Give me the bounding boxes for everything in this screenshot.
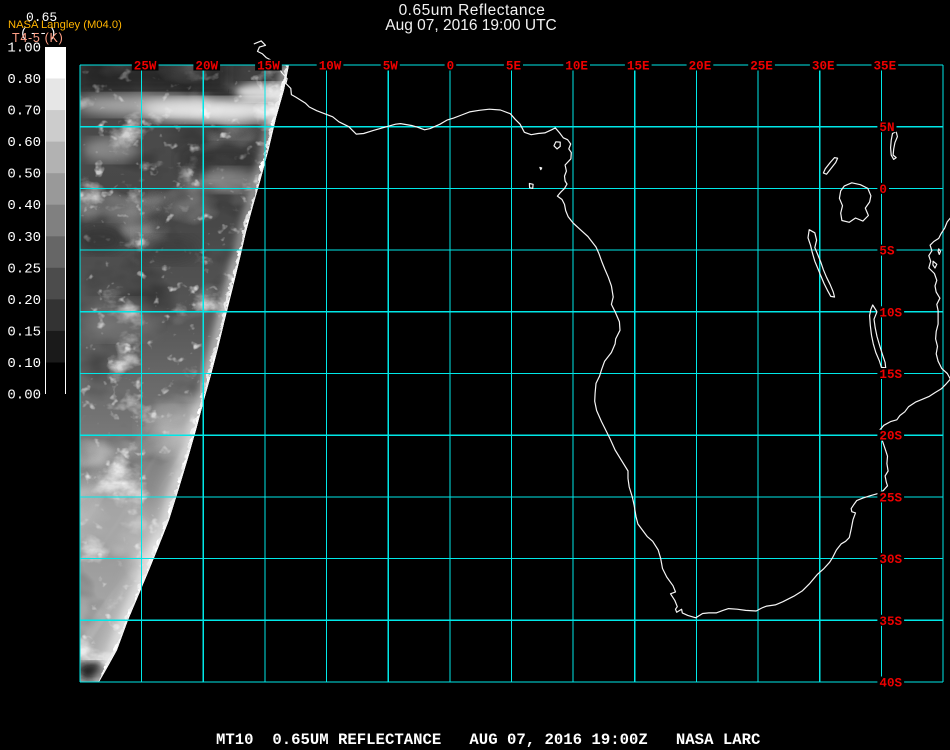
svg-text:0.50: 0.50 (7, 167, 41, 183)
svg-text:0.40: 0.40 (7, 198, 41, 214)
svg-text:10E: 10E (565, 60, 588, 74)
svg-text:0.60: 0.60 (7, 135, 41, 151)
svg-text:MT10 0.65UM REFLECTANCE AUG: MT10 0.65UM REFLECTANCE AUG 07, 2016 19:… (216, 731, 760, 749)
svg-text:NASA Langley (M04.0): NASA Langley (M04.0) (8, 19, 122, 31)
svg-text:35E: 35E (874, 60, 897, 74)
svg-text:35S: 35S (879, 615, 902, 629)
svg-text:20E: 20E (689, 60, 712, 74)
svg-text:0.70: 0.70 (7, 104, 41, 120)
svg-text:5E: 5E (506, 60, 522, 74)
svg-text:25E: 25E (750, 60, 773, 74)
svg-text:Aug 07, 2016 19:00 UTC: Aug 07, 2016 19:00 UTC (385, 17, 556, 34)
svg-text:10S: 10S (879, 306, 902, 320)
svg-text:5W: 5W (383, 60, 399, 74)
svg-text:0: 0 (447, 60, 455, 74)
svg-text:0.00: 0.00 (7, 388, 41, 404)
svg-text:20S: 20S (879, 430, 902, 444)
svg-text:0.25: 0.25 (7, 261, 41, 277)
svg-text:25W: 25W (134, 60, 157, 74)
svg-text:5N: 5N (879, 121, 894, 135)
svg-text:0.30: 0.30 (7, 230, 41, 246)
svg-text:25S: 25S (879, 491, 902, 505)
svg-text:40S: 40S (879, 677, 902, 691)
svg-text:0.10: 0.10 (7, 356, 41, 372)
svg-text:15S: 15S (879, 368, 902, 382)
svg-text:0: 0 (879, 183, 887, 197)
svg-text:20W: 20W (195, 60, 218, 74)
svg-text:0.15: 0.15 (7, 324, 41, 340)
svg-text:0.20: 0.20 (7, 293, 41, 309)
svg-text:0.80: 0.80 (7, 72, 41, 88)
svg-text:15E: 15E (627, 60, 650, 74)
svg-text:30E: 30E (812, 60, 835, 74)
svg-text:30S: 30S (879, 553, 902, 567)
svg-text:10W: 10W (319, 60, 342, 74)
svg-text:5S: 5S (879, 245, 895, 259)
svg-text:T4-5 (K): T4-5 (K) (12, 31, 63, 45)
svg-text:15W: 15W (257, 60, 280, 74)
